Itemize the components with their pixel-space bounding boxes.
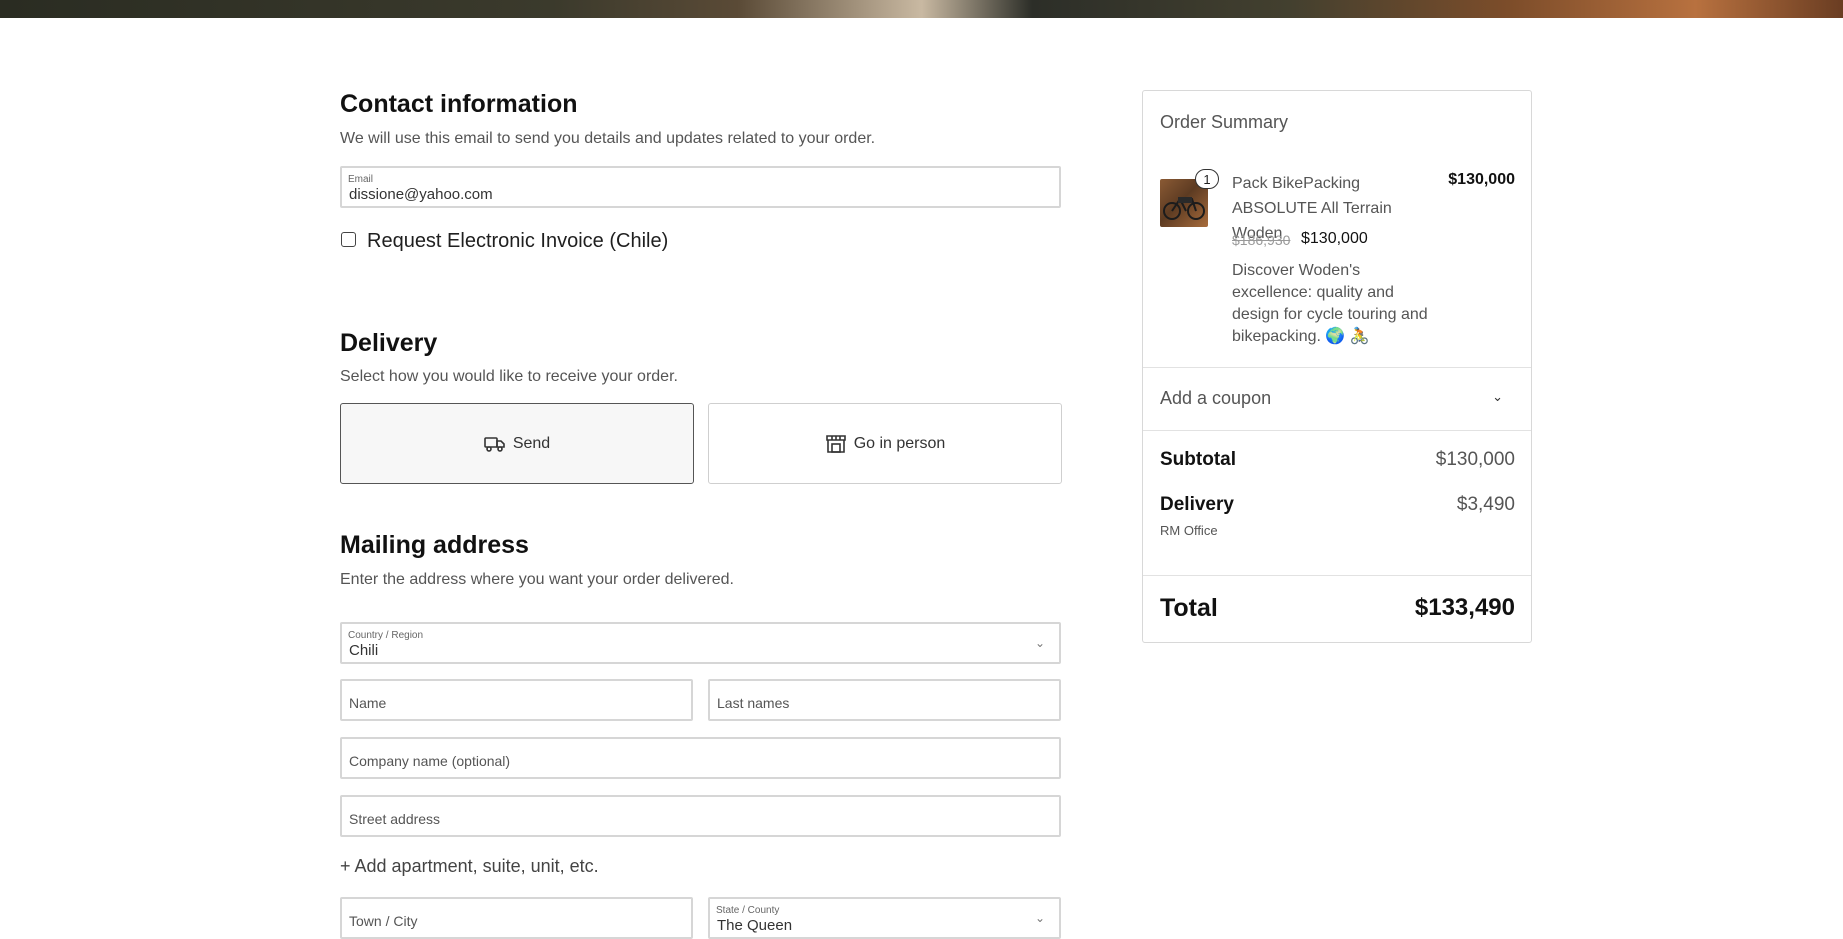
sale-price: $130,000 [1301, 230, 1368, 247]
delivery-option-pickup-label: Go in person [853, 434, 946, 452]
invoice-checkbox[interactable] [341, 232, 356, 247]
delivery-option-pickup[interactable]: Go in person [708, 403, 1062, 484]
delivery-title: Delivery [340, 329, 438, 357]
chevron-down-icon[interactable]: ⌄ [1492, 389, 1503, 405]
quantity-badge: 1 [1195, 169, 1219, 189]
street-input[interactable]: Street address [340, 795, 1061, 837]
chevron-down-icon: ⌄ [1034, 911, 1045, 925]
total-value: $133,490 [1414, 594, 1515, 621]
delivery-option-send[interactable]: Send [340, 403, 694, 484]
first-name-placeholder: Name [349, 695, 387, 711]
street-placeholder: Street address [349, 811, 441, 827]
contact-subtitle: We will use this email to send you detai… [340, 130, 876, 147]
state-value: The Queen [717, 917, 793, 934]
company-input[interactable]: Company name (optional) [340, 737, 1061, 779]
delivery-cost-label: Delivery [1160, 494, 1234, 515]
country-label: Country / Region [348, 630, 424, 641]
product-price: $130,000 [1448, 171, 1515, 188]
last-name-placeholder: Last names [717, 695, 790, 711]
add-apartment-link[interactable]: + Add apartment, suite, unit, etc. [340, 856, 599, 877]
invoice-label[interactable]: Request Electronic Invoice (Chile) [367, 230, 668, 253]
subtotal-value: $130,000 [1435, 449, 1515, 470]
delivery-note: RM Office [1160, 523, 1218, 538]
product-description: Discover Woden's excellence: quality and… [1232, 262, 1428, 345]
order-summary-title: Order Summary [1160, 112, 1289, 132]
divider [1143, 367, 1531, 368]
subtotal-label: Subtotal [1160, 449, 1236, 470]
divider [1143, 430, 1531, 431]
last-name-input[interactable]: Last names [708, 679, 1061, 721]
email-value: dissione@yahoo.com [349, 186, 493, 203]
state-label: State / County [716, 905, 780, 916]
truck-icon [484, 436, 505, 452]
email-field[interactable]: Email dissione@yahoo.com [340, 166, 1061, 208]
store-icon [825, 434, 846, 453]
delivery-subtitle: Select how you would like to receive you… [340, 368, 678, 385]
delivery-cost-value: $3,490 [1456, 494, 1515, 515]
coupon-toggle[interactable]: Add a coupon [1160, 388, 1271, 409]
city-input[interactable]: Town / City [340, 897, 693, 939]
email-label: Email [348, 174, 374, 185]
state-select[interactable]: State / County The Queen ⌄ [708, 897, 1061, 939]
total-label: Total [1160, 594, 1218, 622]
country-value: Chili [349, 642, 379, 659]
company-placeholder: Company name (optional) [349, 753, 511, 769]
first-name-input[interactable]: Name [340, 679, 693, 721]
original-price: $186,930 [1232, 232, 1291, 248]
city-placeholder: Town / City [349, 913, 418, 929]
chevron-down-icon: ⌄ [1034, 636, 1045, 650]
contact-title: Contact information [340, 90, 578, 118]
divider [1143, 575, 1531, 576]
country-select[interactable]: Country / Region Chili ⌄ [340, 622, 1061, 664]
hero-banner-image [0, 0, 1843, 18]
order-summary: Order Summary 1 Pack BikePacking ABSOLUT… [1142, 90, 1532, 643]
mailing-title: Mailing address [340, 531, 529, 559]
delivery-option-send-label: Send [512, 434, 551, 452]
mailing-subtitle: Enter the address where you want your or… [340, 571, 734, 588]
